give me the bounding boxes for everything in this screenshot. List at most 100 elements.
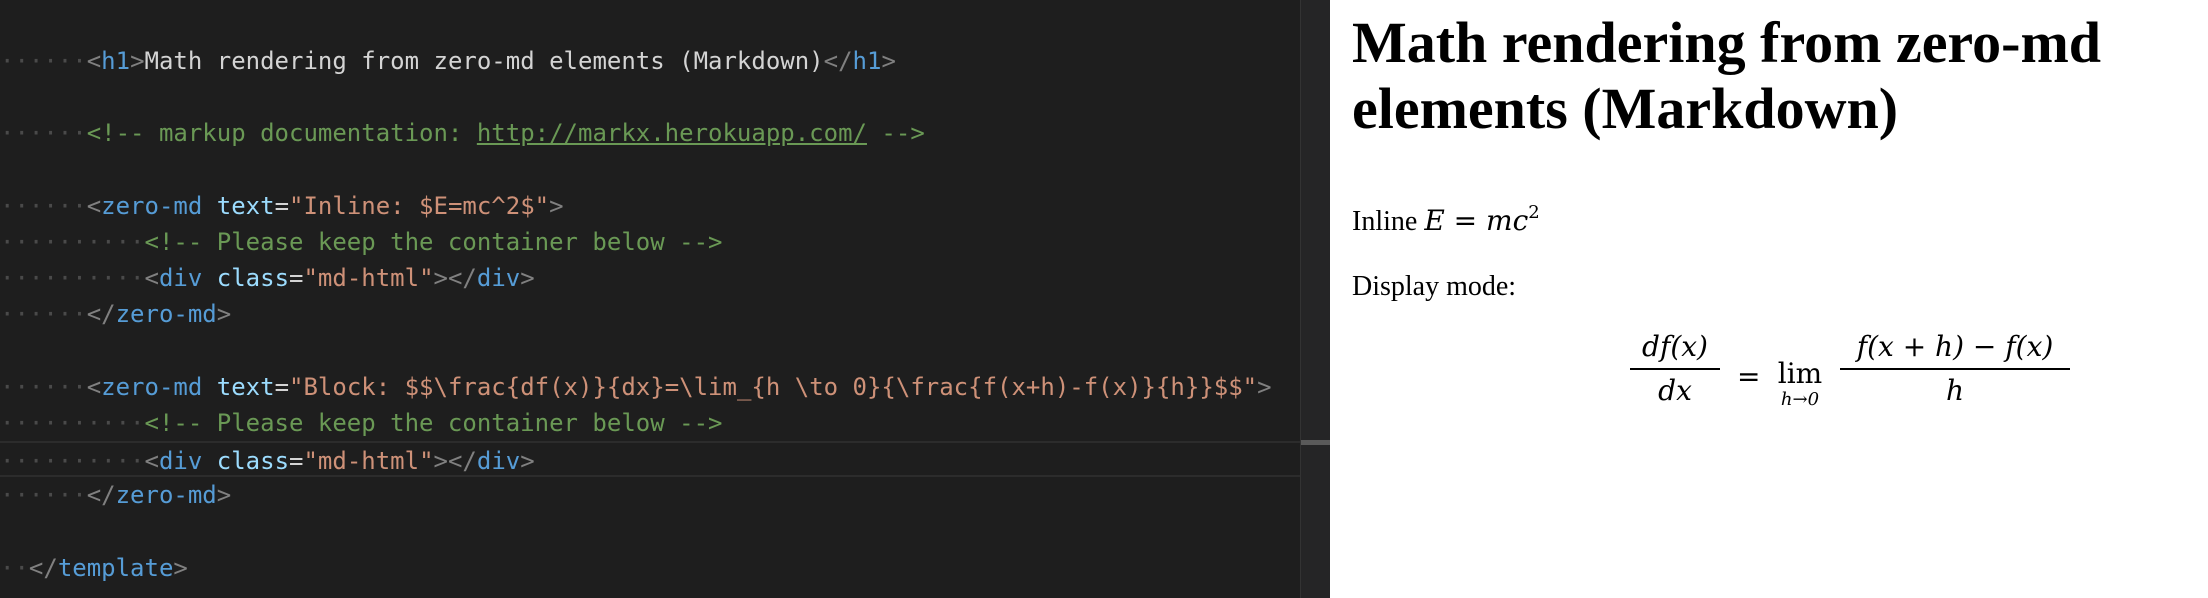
- math-exponent: 2: [1528, 202, 1540, 223]
- limit-word: lim: [1777, 357, 1823, 390]
- token-attr: class: [216, 447, 290, 476]
- code-line[interactable]: ······<!-- markup documentation: http://…: [0, 115, 1300, 151]
- code-line[interactable]: ··········<!-- Please keep the container…: [0, 224, 1300, 260]
- difference-quotient-fraction: f(x + h) − f(x) h: [1840, 330, 2070, 408]
- code-line-current[interactable]: ··········<div class="md-html"></div>: [0, 441, 1300, 478]
- token-br: <: [86, 191, 102, 220]
- token-tag: zero-md: [101, 372, 203, 401]
- limit-operator: lim h→0: [1770, 357, 1830, 409]
- token-br: ></: [433, 447, 477, 476]
- math-equals: =: [1453, 204, 1478, 237]
- display-mode-label: Display mode:: [1352, 271, 1517, 302]
- code-line[interactable]: ······</zero-md>: [0, 477, 1300, 513]
- indent-whitespace: ······: [0, 47, 87, 75]
- token-br: </: [86, 300, 116, 329]
- code-line[interactable]: ··</template>: [0, 550, 1300, 586]
- token-com: <!-- markup documentation:: [86, 119, 477, 148]
- token-attr: text: [216, 191, 275, 220]
- token-br: >: [130, 47, 145, 75]
- indent-whitespace: ······: [0, 191, 87, 220]
- limit-subscript: h→0: [1780, 389, 1820, 410]
- token-tag: template: [57, 553, 174, 582]
- token-str: "Block: $$\frac{df(x)}{dx}=\lim_{h \to 0…: [289, 372, 1258, 401]
- token-br: <: [86, 372, 102, 401]
- token-br: >: [1257, 372, 1272, 401]
- token-com: <!-- Please keep the container below -->: [144, 227, 723, 256]
- token-tag: div: [158, 264, 203, 293]
- math-equals: =: [1737, 360, 1761, 393]
- token-tag: div: [158, 447, 203, 476]
- fraction-denominator: dx: [1658, 374, 1692, 407]
- indent-whitespace: ······: [0, 300, 87, 329]
- token-txt: =: [274, 372, 290, 401]
- indent-whitespace: ··········: [0, 227, 145, 256]
- math-rhs: mc: [1486, 204, 1529, 237]
- code-line[interactable]: [0, 333, 1300, 369]
- code-line[interactable]: [0, 79, 1300, 115]
- token-str: "md-html": [303, 264, 434, 293]
- inline-paragraph: Inline E = mc2: [1352, 196, 1540, 239]
- editor-scrollbar[interactable]: [1300, 0, 1331, 598]
- indent-whitespace: ··········: [0, 264, 145, 293]
- token-com: <!-- Please keep the container below -->: [144, 408, 723, 437]
- fraction-numerator: df(x): [1642, 330, 1708, 363]
- fraction-numerator: f(x + h) − f(x): [1856, 330, 2054, 363]
- indent-whitespace: ······: [0, 481, 87, 510]
- token-tag: zero-md: [115, 300, 217, 329]
- token-tag: zero-md: [101, 191, 203, 220]
- token-attr: class: [216, 264, 290, 293]
- token-br: </: [823, 47, 853, 75]
- token-br: <: [86, 47, 102, 75]
- indent-whitespace: ··········: [0, 447, 145, 476]
- code-editor[interactable]: ······<h1>Math rendering from zero-md el…: [0, 0, 1300, 598]
- token-txt: =: [289, 447, 304, 476]
- code-line[interactable]: ······</zero-md>: [0, 296, 1300, 332]
- token-br: </: [28, 553, 58, 582]
- token-txt: =: [274, 191, 290, 220]
- token-br: >: [216, 300, 232, 329]
- token-br: >: [520, 447, 535, 476]
- code-lines: ······<h1>Math rendering from zero-md el…: [0, 43, 1300, 586]
- token-attr: text: [216, 372, 275, 401]
- token-br: <: [144, 264, 159, 293]
- token-link[interactable]: http://markx.herokuapp.com/: [477, 119, 867, 147]
- indent-whitespace: ··········: [0, 408, 145, 437]
- token-br: >: [520, 264, 535, 293]
- fraction-bar: [1840, 368, 2070, 370]
- token-txt: Math rendering from zero-md elements (Ma…: [144, 47, 824, 75]
- fraction-denominator: h: [1945, 374, 1965, 407]
- scrollbar-thumb[interactable]: [1301, 440, 1331, 445]
- token-br: >: [216, 481, 232, 510]
- code-line[interactable]: [0, 152, 1300, 188]
- derivative-fraction: df(x) dx: [1630, 330, 1720, 408]
- code-line[interactable]: ··········<div class="md-html"></div>: [0, 260, 1300, 296]
- page-title: Math rendering from zero-md elements (Ma…: [1352, 10, 2102, 141]
- token-tag: h1: [101, 47, 131, 75]
- fraction-bar: [1630, 368, 1720, 370]
- code-line[interactable]: ··········<!-- Please keep the container…: [0, 405, 1300, 441]
- token-br: >: [881, 47, 896, 75]
- token-tag: h1: [852, 47, 882, 75]
- code-line[interactable]: ······<zero-md text="Block: $$\frac{df(x…: [0, 369, 1300, 405]
- code-line[interactable]: ······<h1>Math rendering from zero-md el…: [0, 43, 1300, 79]
- code-line[interactable]: [0, 513, 1300, 549]
- token-br: ></: [433, 264, 477, 293]
- token-br: </: [86, 481, 116, 510]
- app-window: ······<h1>Math rendering from zero-md el…: [0, 0, 2208, 598]
- indent-whitespace: ······: [0, 372, 87, 401]
- code-line[interactable]: ······<zero-md text="Inline: $E=mc^2$">: [0, 188, 1300, 224]
- indent-whitespace: ··: [0, 553, 29, 582]
- token-tag: zero-md: [115, 481, 217, 510]
- math-lhs: E: [1424, 204, 1445, 237]
- token-str: "md-html": [303, 447, 434, 476]
- token-txt: =: [289, 264, 304, 293]
- token-com: -->: [866, 119, 925, 148]
- indent-whitespace: ······: [0, 119, 87, 148]
- display-math: df(x) dx = lim h→0 f(x + h) − f(x) h: [1630, 330, 2070, 430]
- preview-pane: Math rendering from zero-md elements (Ma…: [1330, 0, 2208, 598]
- token-br: >: [549, 191, 564, 220]
- token-br: >: [173, 553, 188, 582]
